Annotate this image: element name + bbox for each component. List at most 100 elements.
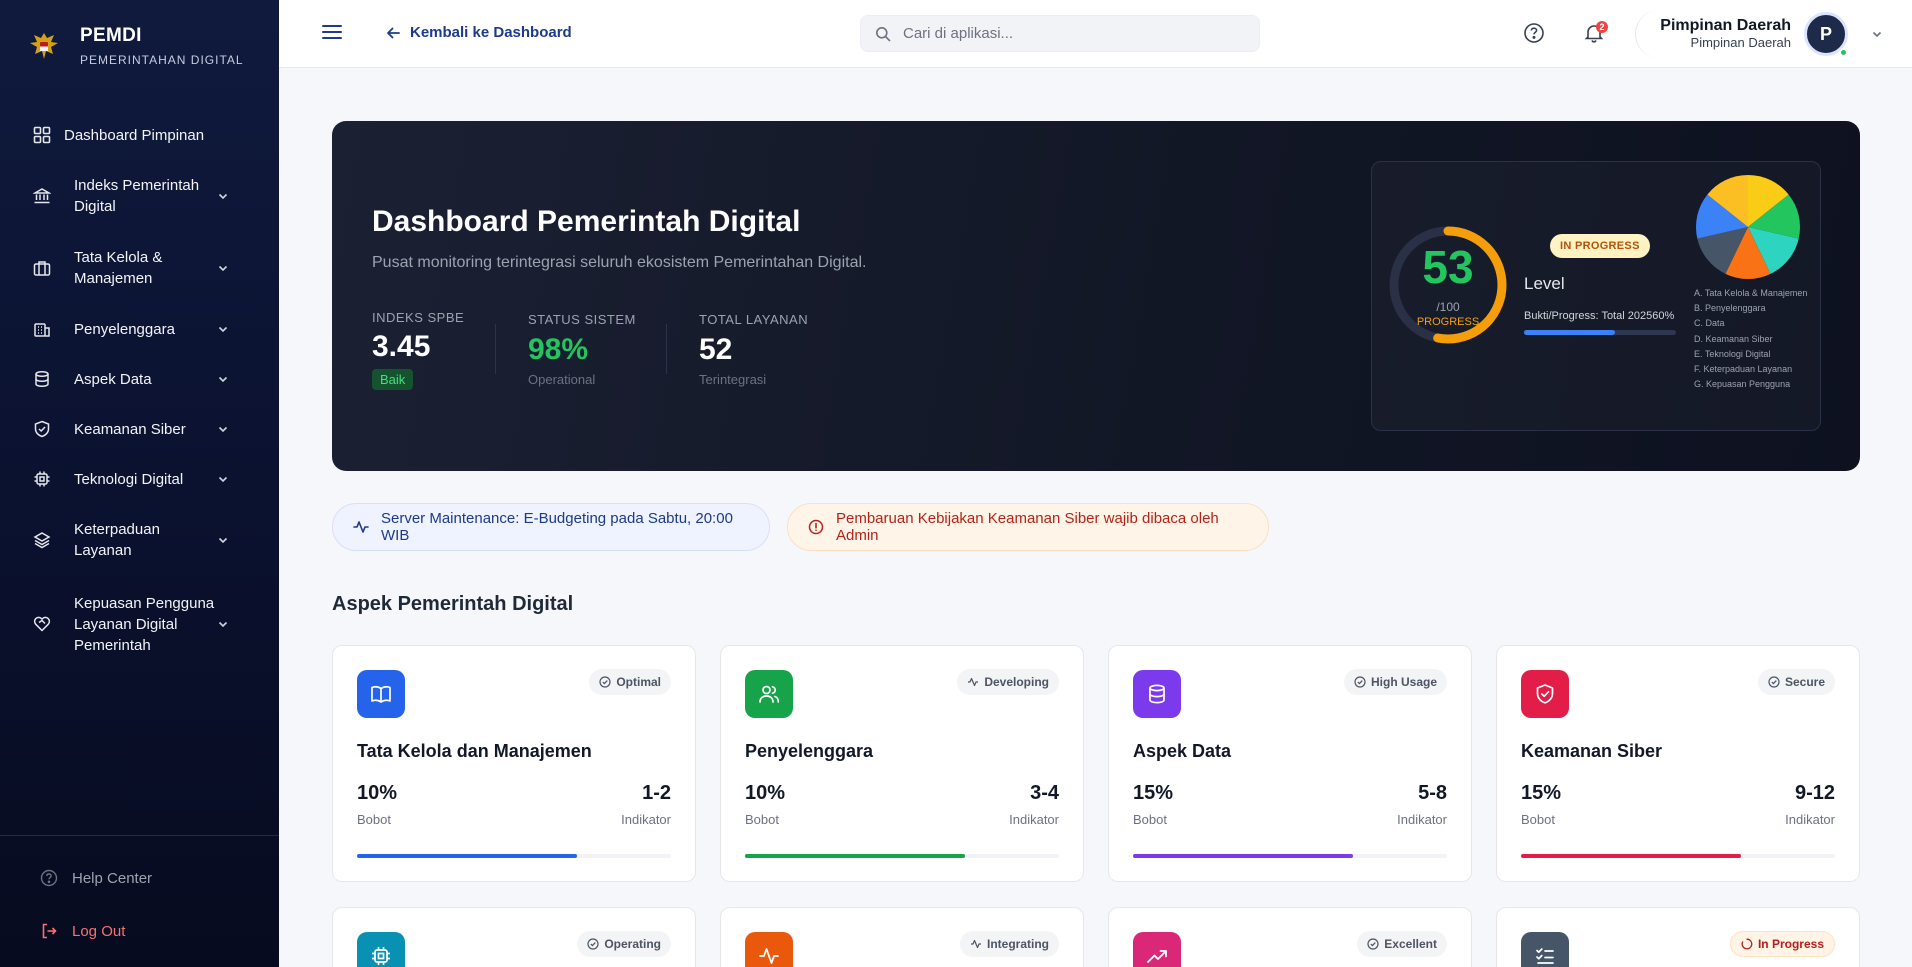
help-center-link[interactable]: Help Center	[0, 866, 152, 890]
card-indikator-value: 3-4	[1030, 782, 1059, 804]
card-indikator-label: Indikator	[1397, 812, 1447, 827]
status-badge: Operating	[577, 931, 671, 957]
sidebar-item-label: Teknologi Digital	[74, 470, 184, 488]
card-indikator-value: 9-12	[1794, 782, 1835, 804]
status-badge-label: Optimal	[616, 675, 661, 689]
stat-value: 52	[699, 333, 733, 366]
sidebar-item-dashboard-pimpinan[interactable]: Dashboard Pimpinan	[0, 114, 279, 156]
stat-note: Operational	[528, 372, 596, 387]
help-center-label: Help Center	[72, 869, 153, 887]
status-badge-label: Excellent	[1384, 937, 1437, 951]
users-icon	[745, 670, 793, 718]
progress-score: 53	[1422, 241, 1474, 293]
sidebar-item-indeks-pemerintah-digital[interactable]: Indeks Pemerintah Digital	[0, 160, 279, 232]
card-bobot-value: 15%	[1133, 782, 1174, 804]
sidebar-nav: Dashboard Pimpinan Indeks Pemerintah Dig…	[0, 114, 279, 672]
progress-label: PROGRESS	[1416, 316, 1480, 328]
layers-icon	[32, 530, 52, 550]
check-circle-icon	[587, 938, 599, 950]
check-circle-icon	[1354, 676, 1366, 688]
status-badge-label: High Usage	[1370, 675, 1437, 689]
card-progress-fill	[357, 854, 577, 858]
aspect-card-aspek-data[interactable]: High Usage Aspek Data 15% Bobot 5-8 Indi…	[1108, 645, 1472, 882]
menu-toggle-button[interactable]	[322, 22, 342, 42]
card-indikator-label: Indikator	[1009, 812, 1059, 827]
sidebar-item-penyelenggara[interactable]: Penyelenggara	[0, 304, 279, 354]
card-title: Penyelenggara	[745, 741, 874, 761]
aspect-card-penyelenggara[interactable]: Developing Penyelenggara 10% Bobot 3-4 I…	[720, 645, 1084, 882]
sidebar-item-keterpaduan-layanan[interactable]: Keterpaduan Layanan	[0, 504, 279, 576]
pie-legend-item: E. Teknologi Digital	[1694, 348, 1771, 359]
aspect-card-teknologi-digital[interactable]: Operating	[332, 907, 696, 967]
sidebar-item-tata-kelola[interactable]: Tata Kelola & Manajemen	[0, 232, 279, 304]
chevron-down-icon	[218, 621, 228, 628]
aspect-card-keterpaduan-layanan[interactable]: Integrating	[720, 907, 1084, 967]
grid-icon	[32, 125, 52, 145]
aspect-card-kepuasan-pengguna[interactable]: Excellent	[1108, 907, 1472, 967]
shield-check-icon	[32, 419, 52, 439]
logout-button[interactable]: Log Out	[0, 919, 125, 943]
chevron-down-icon	[218, 193, 228, 200]
pie-legend-item: D. Keamanan Siber	[1694, 333, 1773, 344]
sidebar-item-teknologi-digital[interactable]: Teknologi Digital	[0, 454, 279, 504]
activity-icon	[971, 939, 981, 949]
sidebar-item-label: Keamanan Siber	[74, 420, 186, 438]
shield-check-icon	[1521, 670, 1569, 718]
brand[interactable]: PEMDI PEMERINTAHAN DIGITAL	[0, 0, 279, 92]
help-circle-icon	[1524, 23, 1544, 43]
sidebar-item-kepuasan-pengguna[interactable]: Kepuasan Pengguna Layanan Digital Pemeri…	[0, 576, 279, 672]
brand-subtitle: PEMERINTAHAN DIGITAL	[80, 53, 244, 67]
progress-max: /100	[1436, 300, 1460, 314]
status-badge: In Progress	[1729, 931, 1835, 957]
back-to-dashboard-link[interactable]: Kembali ke Dashboard	[386, 24, 572, 41]
search-input[interactable]	[903, 25, 1243, 42]
page-subtitle: Pusat monitoring terintegrasi seluruh ek…	[372, 254, 867, 271]
chip-icon	[32, 469, 52, 489]
aspect-card-keamanan-siber[interactable]: Secure Keamanan Siber 15% Bobot 9-12 Ind…	[1496, 645, 1860, 882]
chevron-down-icon[interactable]	[1871, 28, 1883, 40]
briefcase-icon	[32, 258, 52, 278]
card-progress-bar	[1133, 854, 1447, 858]
sidebar-item-aspek-data[interactable]: Aspek Data	[0, 354, 279, 404]
check-circle-icon	[599, 676, 611, 688]
alert-policy-update[interactable]: Pembaruan Kebijakan Keamanan Siber wajib…	[787, 503, 1269, 551]
pie-legend-item: G. Kepuasan Pengguna	[1694, 379, 1791, 390]
aspect-card-tata-kelola[interactable]: Optimal Tata Kelola dan Manajemen 10% Bo…	[332, 645, 696, 882]
garuda-logo-icon	[26, 28, 62, 64]
card-bobot-label: Bobot	[1133, 812, 1167, 827]
user-name: Pimpinan Daerah	[1660, 17, 1791, 34]
sidebar-item-label: Dashboard Pimpinan	[64, 126, 205, 144]
card-bobot-value: 10%	[745, 782, 786, 804]
sidebar: PEMDI PEMERINTAHAN DIGITAL Dashboard Pim…	[0, 0, 279, 967]
pie-legend-item: B. Penyelenggara	[1694, 303, 1766, 314]
chevron-down-icon	[218, 265, 228, 272]
brand-title: PEMDI	[80, 25, 142, 46]
status-badge-label: In Progress	[1757, 937, 1824, 951]
database-icon	[32, 369, 52, 389]
chevron-down-icon	[218, 537, 228, 544]
alert-text: Server Maintenance: E-Budgeting pada Sab…	[381, 510, 733, 544]
help-button[interactable]	[1523, 22, 1545, 44]
heart-handshake-icon	[32, 614, 52, 634]
user-role: Pimpinan Daerah	[1690, 35, 1791, 50]
progress-panel: 53 /100 PROGRESS IN PROGRESS Level Bukti…	[1371, 161, 1821, 431]
card-progress-fill	[745, 854, 965, 858]
card-bobot-label: Bobot	[357, 812, 391, 827]
sidebar-item-keamanan-siber[interactable]: Keamanan Siber	[0, 404, 279, 454]
card-progress-fill	[1521, 854, 1741, 858]
hamburger-icon	[322, 25, 342, 39]
activity-icon	[745, 932, 793, 967]
card-progress-bar	[1521, 854, 1835, 858]
aspect-card-in-progress[interactable]: In Progress	[1496, 907, 1860, 967]
stat-value: 3.45	[372, 330, 431, 363]
card-bobot-value: 10%	[357, 782, 398, 804]
chevron-down-icon	[218, 326, 228, 333]
alert-text: Pembaruan Kebijakan Keamanan Siber wajib…	[836, 510, 1219, 544]
card-progress-bar	[357, 854, 671, 858]
check-circle-icon	[1768, 676, 1780, 688]
stat-divider	[666, 324, 667, 374]
trending-up-icon	[1133, 932, 1181, 967]
stat-label: INDEKS SPBE	[372, 310, 465, 325]
stat-indeks-spbe: INDEKS SPBE 3.45 Baik	[372, 310, 464, 390]
alert-maintenance[interactable]: Server Maintenance: E-Budgeting pada Sab…	[332, 503, 770, 551]
